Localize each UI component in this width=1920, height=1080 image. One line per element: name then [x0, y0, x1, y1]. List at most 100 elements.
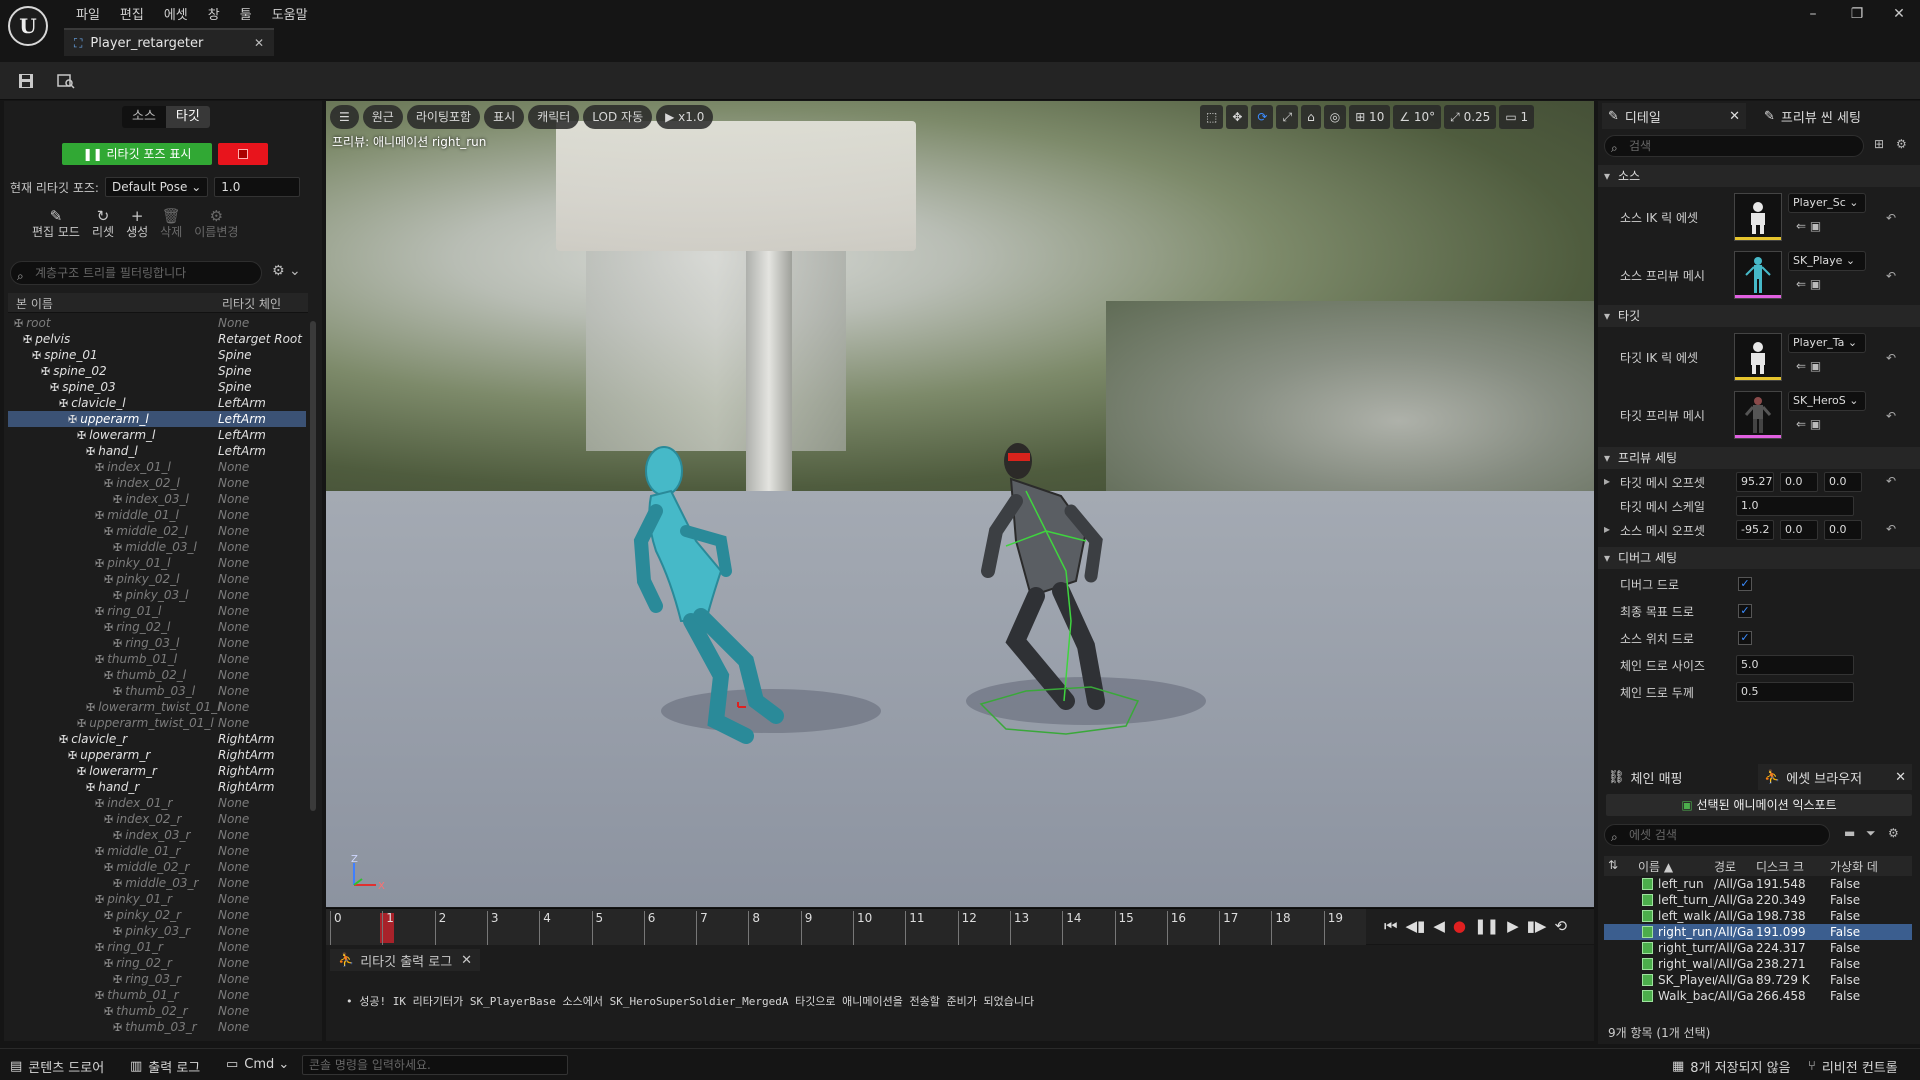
bone-name-header[interactable]: 본 이름 [16, 295, 53, 312]
asset-search-input[interactable]: ⌕ 에셋 검색 [1604, 824, 1830, 846]
tree-row[interactable]: pinky_03_l None [8, 587, 306, 603]
asset-row[interactable]: right_walk/All/Ga 238.271 False [1604, 956, 1912, 972]
record-icon[interactable]: ● [1453, 917, 1466, 935]
pose-blend-field[interactable]: 1.0 [214, 177, 301, 197]
close-tab-icon[interactable]: ✕ [254, 36, 264, 50]
go-to-end-icon[interactable]: ▮▶ [1527, 917, 1547, 935]
rotate-icon[interactable]: ⟳ [1251, 105, 1274, 129]
rename-button[interactable]: ⚙ 이름변경 [194, 207, 238, 240]
source-offset-z[interactable]: 0.0 [1824, 520, 1862, 540]
tree-row[interactable]: upperarm_l LeftArm [8, 411, 306, 427]
content-drawer-button[interactable]: ▤ 콘텐츠 드로어 [10, 1057, 104, 1076]
source-mesh-dropdown[interactable]: SK_Playe ⌄ [1788, 251, 1866, 271]
header-path[interactable]: 경로 [1714, 858, 1736, 875]
details-tab[interactable]: ✎ 디테일 ✕ [1602, 103, 1746, 129]
filter-icon[interactable]: ⏷ [1866, 826, 1876, 841]
menu-asset[interactable]: 에셋 [154, 2, 198, 25]
tree-row[interactable]: upperarm_twist_01_l None [8, 715, 306, 731]
tree-settings-icon[interactable]: ⚙ ⌄ [272, 263, 301, 279]
step-back-icon[interactable]: ◀▮ [1406, 917, 1426, 935]
tree-row[interactable]: thumb_03_r None [8, 1019, 306, 1035]
source-toggle[interactable]: 소스 [122, 106, 166, 128]
tree-row[interactable]: lowerarm_l LeftArm [8, 427, 306, 443]
perspective-button[interactable]: 원근 [362, 105, 403, 129]
output-log-tab[interactable]: ⛹ 리타깃 출력 로그 ✕ [330, 949, 480, 971]
target-offset-x[interactable]: 95.27 [1736, 472, 1774, 492]
menu-window[interactable]: 창 [198, 2, 230, 25]
viewport-menu-button[interactable]: ☰ [330, 105, 359, 129]
tree-row[interactable]: middle_01_l None [8, 507, 306, 523]
reset-icon[interactable]: ↶ [1886, 211, 1896, 225]
play-reverse-icon[interactable]: ◀ [1433, 917, 1445, 935]
output-log-button[interactable]: ▥ 출력 로그 [130, 1057, 200, 1076]
reset-icon[interactable]: ↶ [1886, 522, 1896, 536]
tree-row[interactable]: spine_01 Spine [8, 347, 306, 363]
section-debug-settings[interactable]: 디버그 세팅 [1598, 547, 1920, 569]
asset-row[interactable]: right_turn_90/All/Ga224.317 False [1604, 940, 1912, 956]
tree-row[interactable]: middle_03_l None [8, 539, 306, 555]
menu-help[interactable]: 도움말 [262, 2, 318, 25]
tree-row[interactable]: lowerarm_twist_01_lNone [8, 699, 306, 715]
target-offset-z[interactable]: 0.0 [1824, 472, 1862, 492]
surface-snap-icon[interactable]: ◎ [1323, 105, 1347, 129]
debug-draw-checkbox[interactable]: ✓ [1738, 577, 1752, 591]
tree-row[interactable]: ring_01_r None [8, 939, 306, 955]
menu-edit[interactable]: 편집 [110, 2, 154, 25]
tree-row[interactable]: ring_02_r None [8, 955, 306, 971]
asset-browser-tab[interactable]: ⛹ 에셋 브라우저 ✕ [1758, 764, 1912, 790]
target-mesh-thumbnail-icon[interactable] [1734, 391, 1782, 439]
tree-row[interactable]: index_01_r None [8, 795, 306, 811]
table-view-icon[interactable]: ⊞ [1874, 137, 1884, 151]
asset-row[interactable]: left_turn_90/All/Ga220.349 False [1604, 892, 1912, 908]
source-ik-dropdown[interactable]: Player_Sc ⌄ [1788, 193, 1866, 213]
tree-row[interactable]: pelvis Retarget Root [8, 331, 306, 347]
rotation-snap-button[interactable]: ∠ 10° [1393, 105, 1442, 129]
save-icon[interactable] [12, 67, 40, 95]
browse-asset-icons[interactable]: ⇐ ▣ [1796, 277, 1821, 291]
source-offset-x[interactable]: -95.2 [1736, 520, 1774, 540]
header-disk-size[interactable]: 디스크 크 [1756, 858, 1804, 875]
tree-row[interactable]: ring_03_r None [8, 971, 306, 987]
loop-icon[interactable]: ⟲ [1554, 917, 1567, 935]
lod-auto-button[interactable]: LOD 자동 [583, 105, 653, 129]
reset-button[interactable]: ↻ 리셋 [92, 207, 114, 240]
browse-asset-icons[interactable]: ⇐ ▣ [1796, 219, 1821, 233]
asset-row[interactable]: SK_PlayerBa/All/Ga89.729 K False [1604, 972, 1912, 988]
preview-viewport[interactable]: ☰ 원근 라이팅포함 표시 캐릭터 LOD 자동 ▶ x1.0 ⬚ ✥ ⟳ ⤢ … [326, 101, 1594, 907]
maximize-button[interactable]: ❐ [1840, 6, 1874, 28]
tree-row[interactable]: thumb_02_l None [8, 667, 306, 683]
tree-row[interactable]: pinky_03_r None [8, 923, 306, 939]
tree-scrollbar[interactable] [310, 321, 316, 811]
expand-arrow-icon[interactable]: ▸ [1604, 522, 1610, 536]
tree-row[interactable]: upperarm_r RightArm [8, 747, 306, 763]
tree-row[interactable]: spine_03 Spine [8, 379, 306, 395]
menu-file[interactable]: 파일 [66, 2, 110, 25]
asset-row[interactable]: left_run/All/Ga 191.548 False [1604, 876, 1912, 892]
section-target[interactable]: 타깃 [1598, 305, 1920, 327]
step-forward-icon[interactable]: ▶ [1507, 917, 1519, 935]
tree-row[interactable]: middle_02_l None [8, 523, 306, 539]
asset-row[interactable]: left_walk/All/Ga 198.738 False [1604, 908, 1912, 924]
edit-mode-button[interactable]: ✎ 편집 모드 [32, 207, 80, 240]
export-selected-animations-button[interactable]: ▣ 선택된 애니메이션 익스포트 [1606, 794, 1912, 816]
settings-icon[interactable]: ⚙ [1888, 826, 1899, 840]
tree-row[interactable]: pinky_02_l None [8, 571, 306, 587]
revision-control-button[interactable]: ⑂ 리비전 컨트롤 [1808, 1057, 1898, 1076]
select-icon[interactable]: ⬚ [1200, 105, 1224, 129]
column-toggle-icon[interactable]: ⇅ [1608, 858, 1618, 872]
scale-icon[interactable]: ⤢ [1276, 105, 1299, 129]
tree-row[interactable]: index_02_r None [8, 811, 306, 827]
world-local-icon[interactable]: ⌂ [1301, 105, 1321, 129]
unreal-logo-icon[interactable]: U [8, 6, 48, 46]
details-search-input[interactable]: ⌕ 검색 [1604, 135, 1864, 157]
tree-row[interactable]: pinky_01_l None [8, 555, 306, 571]
source-mesh-thumbnail-icon[interactable] [1734, 251, 1782, 299]
tree-row[interactable]: clavicle_l LeftArm [8, 395, 306, 411]
tree-row[interactable]: ring_03_l None [8, 635, 306, 651]
reset-icon[interactable]: ↶ [1886, 409, 1896, 423]
reset-icon[interactable]: ↶ [1886, 269, 1896, 283]
tree-row[interactable]: ring_01_l None [8, 603, 306, 619]
go-to-start-icon[interactable]: ⏮ [1384, 917, 1398, 935]
tree-row[interactable]: root None [8, 315, 306, 331]
header-name[interactable]: 이름 ▲ [1638, 858, 1673, 875]
